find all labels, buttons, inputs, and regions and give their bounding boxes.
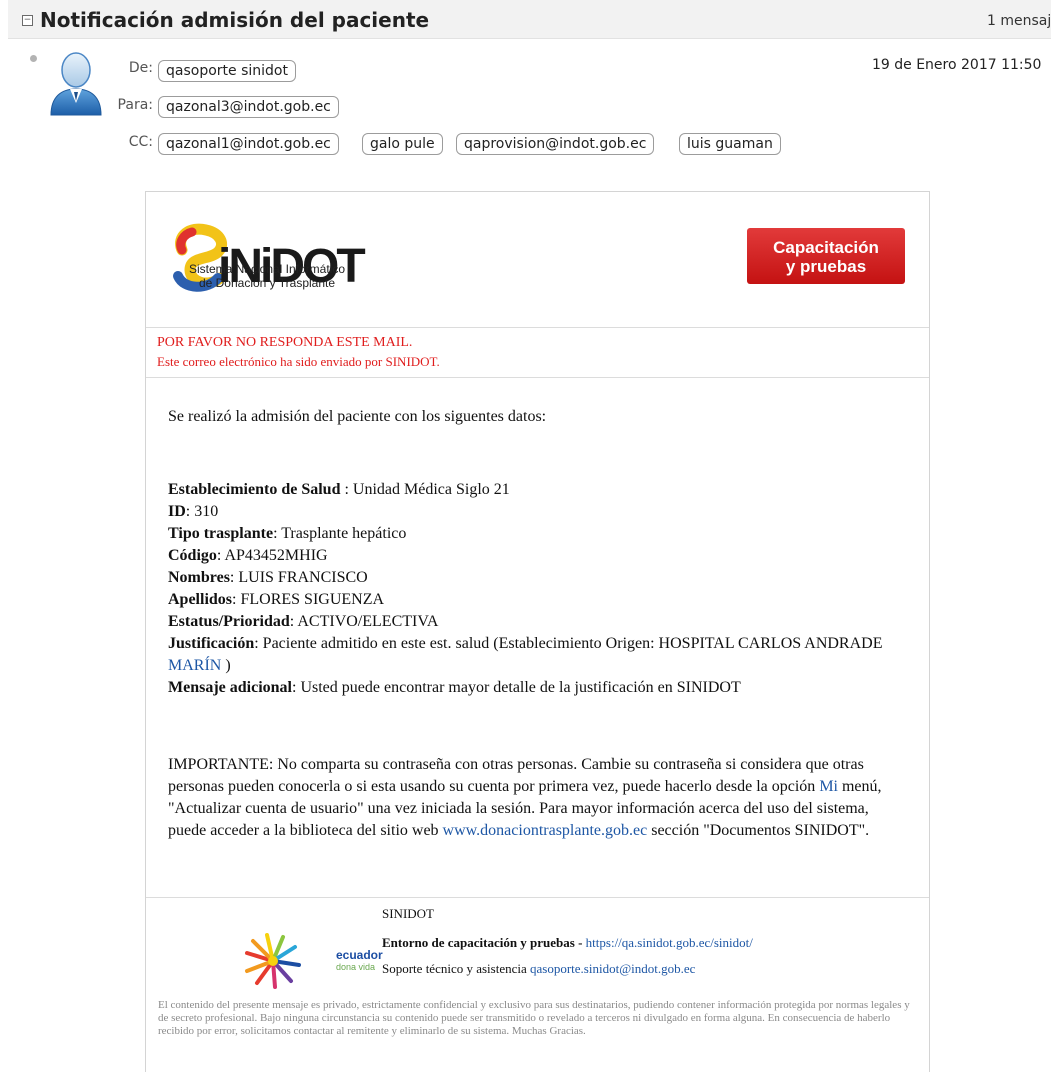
detail-row: Nombres: LUIS FRANCISCO bbox=[168, 569, 368, 586]
to-label: Para: bbox=[117, 97, 153, 113]
footer-title: SINIDOT bbox=[382, 906, 434, 921]
detail-row: Apellidos: FLORES SIGUENZA bbox=[168, 591, 385, 608]
detail-row: Establecimiento de Salud : Unidad Médica… bbox=[168, 481, 510, 498]
detail-row: Código: AP43452MHIG bbox=[168, 547, 328, 564]
divider bbox=[146, 327, 929, 328]
thread-subject: Notificación admisión del paciente bbox=[40, 8, 430, 32]
cc-chip[interactable]: qazonal1@indot.gob.ec bbox=[158, 133, 339, 155]
support-email-link[interactable]: qasoporte.sinidot@indot.gob.ec bbox=[530, 961, 695, 976]
detail-row: ID: 310 bbox=[168, 503, 219, 520]
email-body: iNiDOT Sistema Nacional Informático de D… bbox=[145, 191, 930, 1072]
logo-subtitle: Sistema Nacional Informático de Donación… bbox=[188, 262, 346, 290]
message-date: 19 de Enero 2017 11:50 bbox=[872, 57, 1042, 73]
from-label: De: bbox=[128, 60, 153, 76]
footer-logo-sub: dona vida bbox=[336, 962, 376, 972]
sent-by-notice: Este correo electrónico ha sido enviado … bbox=[157, 354, 440, 369]
patient-details: Establecimiento de Salud : Unidad Médica… bbox=[168, 479, 913, 699]
to-chip[interactable]: qazonal3@indot.gob.ec bbox=[158, 96, 339, 118]
legal-disclaimer: El contenido del presente mensaje es pri… bbox=[158, 999, 910, 1037]
detail-row: Estatus/Prioridad: ACTIVO/ELECTIVA bbox=[168, 613, 439, 630]
thread-header: − Notificación admisión del paciente 1 m… bbox=[8, 0, 1051, 39]
cc-label: CC: bbox=[128, 134, 153, 150]
cc-chip[interactable]: qaprovision@indot.gob.ec bbox=[456, 133, 655, 155]
cc-chip[interactable]: luis guaman bbox=[679, 133, 781, 155]
marin-link[interactable]: MARÍN bbox=[168, 657, 221, 674]
no-reply-warning: POR FAVOR NO RESPONDA ESTE MAIL. bbox=[157, 335, 413, 350]
footer-env: Entorno de capacitación y pruebas - http… bbox=[382, 935, 753, 950]
mi-menu-link[interactable]: Mi bbox=[819, 778, 838, 795]
collapse-icon[interactable]: − bbox=[22, 15, 33, 26]
from-chip[interactable]: qasoporte sinidot bbox=[158, 60, 296, 82]
divider bbox=[146, 897, 929, 898]
unread-dot-icon bbox=[30, 55, 37, 62]
detail-row: Tipo trasplante: Trasplante hepático bbox=[168, 525, 407, 542]
qa-url-link[interactable]: https://qa.sinidot.gob.ec/sinidot/ bbox=[586, 935, 753, 950]
website-link[interactable]: www.donaciontrasplante.gob.ec bbox=[443, 822, 648, 839]
cc-chip[interactable]: galo pule bbox=[362, 133, 443, 155]
message-count: 1 mensaje bbox=[987, 13, 1051, 29]
intro-text: Se realizó la admisión del paciente con … bbox=[168, 408, 547, 425]
footer-support: Soporte técnico y asistencia qasoporte.s… bbox=[382, 961, 696, 976]
training-badge: Capacitación y pruebas bbox=[747, 228, 905, 284]
detail-row: Mensaje adicional: Usted puede encontrar… bbox=[168, 679, 741, 696]
divider bbox=[146, 377, 929, 378]
important-notice: IMPORTANTE: No comparta su contraseña co… bbox=[168, 756, 882, 839]
detail-row: Justificación: Paciente admitido en este… bbox=[168, 635, 883, 674]
footer-logo-text: ecuador bbox=[336, 948, 383, 962]
